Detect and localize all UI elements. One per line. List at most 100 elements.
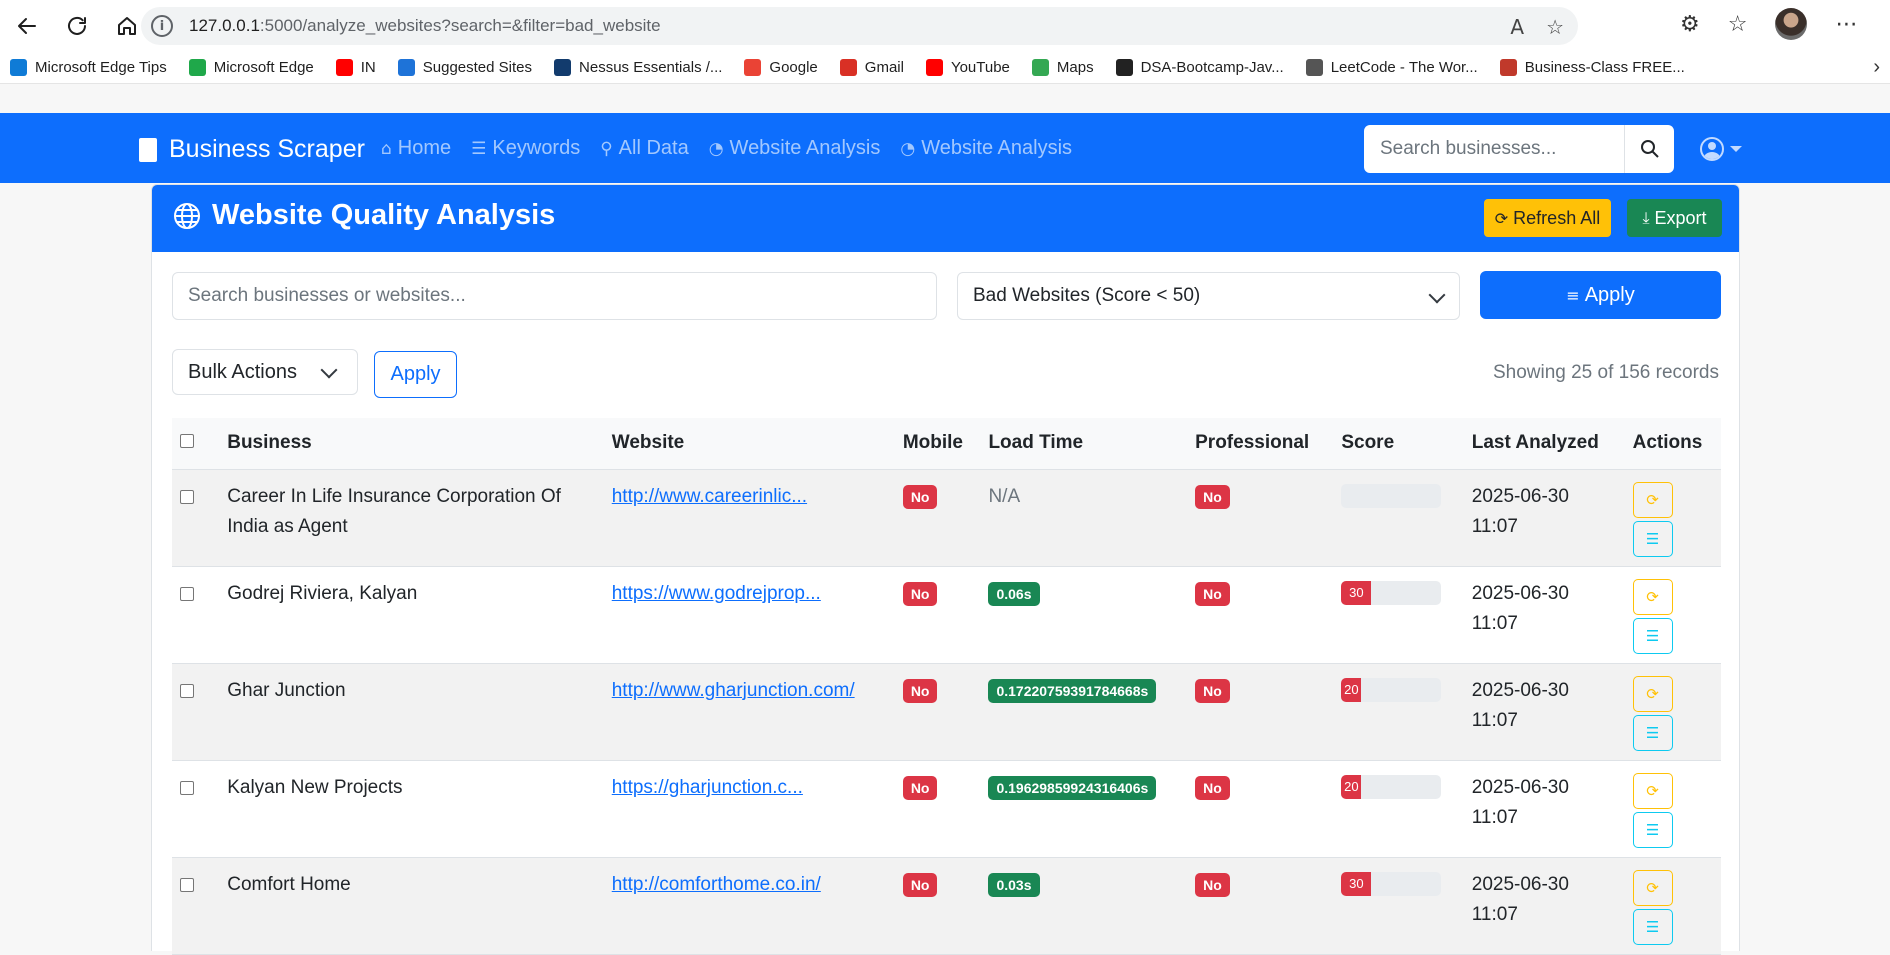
more-menu-icon[interactable]: ⋯ <box>1835 12 1857 37</box>
row-checkbox[interactable] <box>180 780 194 795</box>
brand-link[interactable]: Business Scraper <box>139 135 365 164</box>
row-checkbox[interactable] <box>180 489 194 504</box>
list-icon: ☰ <box>471 138 487 159</box>
bookmark-item[interactable]: LeetCode - The Wor... <box>1305 59 1478 76</box>
bookmark-item[interactable]: YouTube <box>925 59 1010 76</box>
bookmark-label: YouTube <box>950 59 1010 76</box>
filter-icon: ≡ <box>1566 285 1580 305</box>
quality-filter-select[interactable]: Bad Websites (Score < 50) <box>957 272 1460 320</box>
table-row: Kalyan New Projects https://gharjunction.… <box>172 760 1721 858</box>
professional-badge: No <box>1195 678 1230 703</box>
table-row: Godrej Riviera, Kalyan https://www.godrej… <box>172 566 1721 664</box>
view-details-button[interactable]: ☰ <box>1632 714 1673 751</box>
bookmark-item[interactable]: DSA-Bootcamp-Jav... <box>1115 59 1284 76</box>
select-all-checkbox[interactable] <box>180 434 194 449</box>
bookmark-item[interactable]: Microsoft Edge Tips <box>10 59 167 76</box>
bookmark-item[interactable]: Microsoft Edge <box>188 59 314 76</box>
row-checkbox[interactable] <box>180 877 194 892</box>
user-circle-icon <box>1700 137 1724 161</box>
last-analyzed: 2025-06-30 11:07 <box>1463 760 1625 858</box>
last-analyzed: 2025-06-30 11:07 <box>1463 469 1625 567</box>
professional-badge: No <box>1195 581 1230 606</box>
website-link[interactable]: https://gharjunction.c... <box>612 777 803 798</box>
professional-badge: No <box>1195 872 1230 897</box>
load-time-badge: 0.17220759391784668s <box>988 678 1157 703</box>
view-details-button[interactable]: ☰ <box>1632 908 1673 945</box>
bookmark-favicon-icon <box>744 59 762 76</box>
navbar-search-button[interactable] <box>1624 125 1674 173</box>
website-link[interactable]: http://www.careerinlic... <box>612 486 807 507</box>
refresh-icon: ⟳ <box>1646 781 1659 800</box>
bulk-actions-select[interactable]: Bulk Actions <box>172 349 358 395</box>
table-row: Comfort Home http://comforthome.co.in/No 0… <box>172 857 1721 955</box>
analyzed-time: 11:07 <box>1471 709 1518 731</box>
business-search-input[interactable]: Search businesses or websites... <box>172 272 937 320</box>
website-link[interactable]: http://comforthome.co.in/ <box>612 874 821 895</box>
bookmark-label: Suggested Sites <box>422 59 533 76</box>
back-button[interactable] <box>4 6 50 46</box>
nav-all-data[interactable]: ⚲ All Data <box>600 137 688 160</box>
reanalyze-button[interactable]: ⟳ <box>1632 481 1673 518</box>
bookmark-item[interactable]: Business-Class FREE... <box>1499 59 1685 76</box>
row-checkbox[interactable] <box>180 683 194 698</box>
extensions-icon[interactable]: ⚙ <box>1680 12 1700 37</box>
mobile-badge: No <box>902 581 938 606</box>
business-name: Career In Life Insurance Corporation Of … <box>219 469 604 567</box>
refresh-icon: ⟳ <box>1646 490 1659 509</box>
nav-keywords[interactable]: ☰ Keywords <box>471 137 580 160</box>
column-header-last-analyzed: Last Analyzed <box>1463 418 1625 470</box>
row-checkbox[interactable] <box>180 586 194 601</box>
user-menu[interactable] <box>1700 137 1742 161</box>
website-link[interactable]: https://www.godrejprop... <box>612 583 821 604</box>
column-header-professional: Professional <box>1187 418 1334 470</box>
bookmark-item[interactable]: Gmail <box>839 59 904 76</box>
reload-button[interactable] <box>54 6 100 46</box>
list-details-icon: ☰ <box>1645 723 1660 742</box>
apply-filter-button[interactable]: ≡ Apply <box>1480 271 1721 319</box>
websites-table: Business Website Mobile Load Time Profes… <box>172 418 1721 955</box>
bookmark-item[interactable]: Nessus Essentials /... <box>554 59 722 76</box>
view-details-button[interactable]: ☰ <box>1632 811 1673 848</box>
refresh-icon: ⟳ <box>1646 684 1659 703</box>
bookmark-favicon-icon <box>554 59 572 76</box>
export-button[interactable]: ⤓ Export <box>1627 199 1722 237</box>
refresh-all-button[interactable]: ⟳ Refresh All <box>1484 199 1611 237</box>
favorite-star-icon[interactable]: ☆ <box>1546 15 1564 39</box>
search-icon: ⚲ <box>600 138 613 159</box>
score-progress: 20 <box>1341 774 1442 799</box>
profile-avatar[interactable] <box>1775 8 1808 40</box>
nav-website-analysis-2[interactable]: ◔ Website Analysis <box>900 137 1072 160</box>
bookmark-item[interactable]: Maps <box>1031 59 1094 76</box>
reanalyze-button[interactable]: ⟳ <box>1632 772 1673 809</box>
nav-home[interactable]: ⌂ Home <box>381 137 451 160</box>
reanalyze-button[interactable]: ⟳ <box>1632 869 1673 906</box>
website-link[interactable]: http://www.gharjunction.com/ <box>612 680 855 701</box>
reload-icon <box>68 16 86 35</box>
bookmark-label: Google <box>769 59 818 76</box>
read-aloud-icon[interactable]: A <box>1510 15 1524 39</box>
favorites-icon[interactable]: ☆ <box>1728 12 1748 37</box>
reanalyze-button[interactable]: ⟳ <box>1632 675 1673 712</box>
bookmark-item[interactable]: Suggested Sites <box>397 59 533 76</box>
web-page: Business Scraper ⌂ Home ☰ Keywords ⚲ All Da… <box>0 113 1890 955</box>
nav-website-analysis[interactable]: ◔ Website Analysis <box>709 137 881 160</box>
site-info-icon[interactable]: i <box>151 15 173 37</box>
bookmark-item[interactable]: Google <box>744 59 818 76</box>
business-name: Ghar Junction <box>219 663 604 761</box>
analyzed-time: 11:07 <box>1471 515 1518 537</box>
app-navbar: Business Scraper ⌂ Home ☰ Keywords ⚲ All Da… <box>0 113 1890 183</box>
column-header-score: Score <box>1333 418 1464 470</box>
reanalyze-button[interactable]: ⟳ <box>1632 578 1673 615</box>
address-bar[interactable]: i 127.0.0.1:5000/analyze_websites?search… <box>141 7 1578 45</box>
view-details-button[interactable]: ☰ <box>1632 617 1673 654</box>
navbar-search-input[interactable]: Search businesses... <box>1364 138 1624 160</box>
professional-badge: No <box>1195 484 1230 509</box>
business-name: Comfort Home <box>219 857 604 955</box>
bookmark-label: Nessus Essentials /... <box>579 59 723 76</box>
bulk-apply-button[interactable]: Apply <box>374 351 457 398</box>
bookmarks-overflow-icon[interactable]: › <box>1873 56 1880 79</box>
column-header-load-time: Load Time <box>980 418 1188 470</box>
view-details-button[interactable]: ☰ <box>1632 520 1673 557</box>
bookmark-item[interactable]: IN <box>335 59 376 76</box>
caret-down-icon <box>1730 146 1742 152</box>
